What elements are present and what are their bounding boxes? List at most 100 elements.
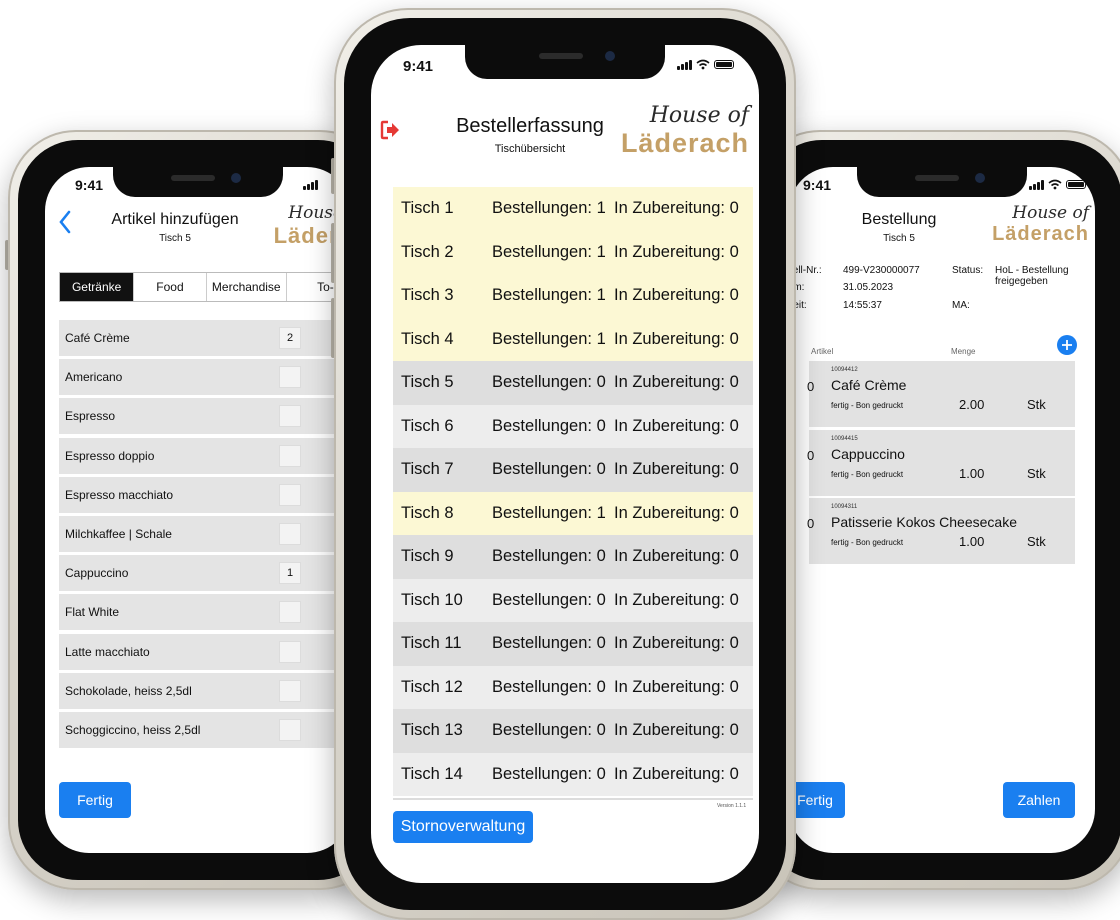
item-name: Patisserie Kokos Cheesecake bbox=[831, 514, 1017, 530]
table-in-prep: In Zubereitung: 0 bbox=[614, 460, 739, 479]
table-row[interactable]: Tisch 11 Bestellungen: 0 In Zubereitung: 0 bbox=[393, 622, 753, 666]
scroll-divider bbox=[393, 798, 753, 800]
quantity-field[interactable] bbox=[279, 444, 301, 467]
table-row[interactable]: Tisch 7 Bestellungen: 0 In Zubereitung: 0 bbox=[393, 448, 753, 492]
item-position: 0 bbox=[807, 379, 815, 394]
done-button[interactable]: Fertig bbox=[59, 782, 131, 818]
table-row[interactable]: Tisch 8 Bestellungen: 1 In Zubereitung: 0 bbox=[393, 491, 753, 535]
product-name: Cappuccino bbox=[65, 566, 129, 581]
table-row[interactable]: Tisch 5 Bestellungen: 0 In Zubereitung: 0 bbox=[393, 361, 753, 405]
product-row[interactable]: Americano bbox=[59, 359, 351, 396]
item-status: fertig - Bon gedruckt bbox=[831, 538, 904, 547]
table-in-prep: In Zubereitung: 0 bbox=[614, 503, 739, 522]
quantity-field[interactable] bbox=[279, 366, 301, 389]
table-name: Tisch 10 bbox=[401, 590, 463, 609]
product-row[interactable]: Schokolade, heiss 2,5dl bbox=[59, 672, 351, 709]
tab-food[interactable]: Food bbox=[134, 273, 207, 301]
category-tabs: Getränke Food Merchandise To-Go bbox=[59, 272, 351, 302]
done-button[interactable]: Fertig bbox=[789, 782, 845, 818]
table-orders: Bestellungen: 0 bbox=[492, 416, 606, 435]
table-name: Tisch 9 bbox=[401, 547, 454, 566]
product-row[interactable]: Cappuccino 1 bbox=[59, 555, 351, 592]
quantity-field[interactable] bbox=[279, 405, 301, 428]
table-orders: Bestellungen: 0 bbox=[492, 634, 606, 653]
table-row[interactable]: Tisch 4 Bestellungen: 1 In Zubereitung: 0 bbox=[393, 317, 753, 361]
table-name: Tisch 14 bbox=[401, 764, 463, 783]
quantity-field[interactable] bbox=[279, 523, 301, 545]
brand-logo: House of Läderach bbox=[992, 203, 1089, 245]
table-row[interactable]: Tisch 9 Bestellungen: 0 In Zubereitung: 0 bbox=[393, 535, 753, 579]
tab-getraenke[interactable]: Getränke bbox=[60, 273, 135, 301]
table-orders: Bestellungen: 0 bbox=[492, 590, 606, 609]
tab-merchandise[interactable]: Merchandise bbox=[207, 273, 287, 301]
table-row[interactable]: Tisch 13 Bestellungen: 0 In Zubereitung: 0 bbox=[393, 709, 753, 753]
table-name: Tisch 5 bbox=[401, 373, 454, 392]
order-item-list: 0 10094412 Café Crème fertig - Bon gedruckt… bbox=[807, 361, 1075, 571]
product-row[interactable]: Schoggiccino, heiss 2,5dl bbox=[59, 712, 351, 748]
quantity-field[interactable] bbox=[279, 679, 301, 702]
table-row[interactable]: Tisch 6 Bestellungen: 0 In Zubereitung: 0 bbox=[393, 404, 753, 448]
signal-icon bbox=[303, 179, 318, 190]
product-name: Espresso doppio bbox=[65, 448, 155, 463]
page-title: Bestellung bbox=[861, 211, 937, 228]
quantity-field[interactable]: 1 bbox=[279, 562, 301, 585]
table-row[interactable]: Tisch 14 Bestellungen: 0 In Zubereitung: 0 bbox=[393, 752, 753, 796]
table-in-prep: In Zubereitung: 0 bbox=[614, 199, 739, 218]
table-in-prep: In Zubereitung: 0 bbox=[614, 590, 739, 609]
table-name: Tisch 6 bbox=[401, 416, 454, 435]
quantity-field[interactable] bbox=[279, 601, 301, 624]
phone-order-detail: 9:41 Bestellung Tisch 5 House of Läderac… bbox=[752, 130, 1120, 890]
quantity-field[interactable] bbox=[279, 483, 301, 506]
product-row[interactable]: Espresso bbox=[59, 398, 351, 435]
table-row[interactable]: Tisch 2 Bestellungen: 1 In Zubereitung: 0 bbox=[393, 230, 753, 274]
order-item-row[interactable]: 0 10094412 Café Crème fertig - Bon gedruckt… bbox=[807, 361, 1075, 427]
table-orders: Bestellungen: 0 bbox=[492, 764, 606, 783]
table-orders: Bestellungen: 1 bbox=[492, 329, 606, 348]
item-name: Café Crème bbox=[831, 377, 907, 393]
quantity-field[interactable] bbox=[279, 640, 301, 663]
order-item-row[interactable]: 0 10094311 Patisserie Kokos Cheesecake fert… bbox=[807, 498, 1075, 564]
table-row[interactable]: Tisch 10 Bestellungen: 0 In Zubereitung: 0 bbox=[393, 578, 753, 622]
status-icons bbox=[1029, 179, 1086, 190]
product-name: Espresso macchiato bbox=[65, 487, 174, 502]
product-row[interactable]: Espresso macchiato bbox=[59, 476, 351, 513]
signal-icon bbox=[677, 59, 692, 70]
product-row[interactable]: Café Crème 2 bbox=[59, 320, 351, 356]
nav-header: Artikel hinzufügen Tisch 5 bbox=[85, 211, 265, 244]
product-row[interactable]: Flat White bbox=[59, 594, 351, 631]
quantity-field[interactable] bbox=[279, 719, 301, 741]
table-in-prep: In Zubereitung: 0 bbox=[614, 721, 739, 740]
product-name: Schoggiccino, heiss 2,5dl bbox=[65, 723, 201, 737]
table-orders: Bestellungen: 0 bbox=[492, 460, 606, 479]
product-row[interactable]: Espresso doppio bbox=[59, 437, 351, 474]
table-name: Tisch 13 bbox=[401, 721, 463, 740]
status-time: 9:41 bbox=[75, 177, 104, 193]
product-name: Espresso bbox=[65, 409, 116, 424]
col-article-header: Artikel bbox=[811, 347, 834, 356]
product-row[interactable]: Milchkaffee | Schale bbox=[59, 516, 351, 552]
logout-button[interactable] bbox=[379, 119, 401, 141]
item-quantity: 1.00 bbox=[959, 465, 985, 481]
storno-button[interactable]: Stornoverwaltung bbox=[393, 811, 533, 843]
phone-frame: 9:41 Bestellung Tisch 5 House of Läderac… bbox=[752, 130, 1120, 890]
back-button[interactable] bbox=[57, 209, 77, 235]
phone-bezel: 9:41 Bestellerfassung Tischübersicht Hou… bbox=[344, 18, 786, 910]
notch bbox=[465, 45, 665, 79]
table-orders: Bestellungen: 0 bbox=[492, 677, 606, 696]
quantity-field[interactable]: 2 bbox=[279, 327, 301, 349]
phone-table-overview: 9:41 Bestellerfassung Tischübersicht Hou… bbox=[331, 8, 796, 920]
battery-icon bbox=[714, 60, 734, 69]
pay-button[interactable]: Zahlen bbox=[1003, 782, 1075, 818]
page-subtitle: Tisch 5 bbox=[159, 233, 191, 244]
table-in-prep: In Zubereitung: 0 bbox=[614, 764, 739, 783]
table-row[interactable]: Tisch 1 Bestellungen: 1 In Zubereitung: 0 bbox=[393, 187, 753, 231]
item-unit: Stk bbox=[1027, 397, 1046, 412]
table-row[interactable]: Tisch 12 Bestellungen: 0 In Zubereitung: 0 bbox=[393, 665, 753, 709]
table-orders: Bestellungen: 0 bbox=[492, 373, 606, 392]
page-subtitle: Tischübersicht bbox=[494, 143, 566, 155]
order-item-row[interactable]: 0 10094415 Cappuccino fertig - Bon gedruckt… bbox=[807, 429, 1075, 496]
product-row[interactable]: Latte macchiato bbox=[59, 633, 351, 670]
notch bbox=[857, 167, 1027, 197]
table-row[interactable]: Tisch 3 Bestellungen: 1 In Zubereitung: 0 bbox=[393, 274, 753, 318]
add-item-button[interactable] bbox=[1057, 335, 1077, 355]
